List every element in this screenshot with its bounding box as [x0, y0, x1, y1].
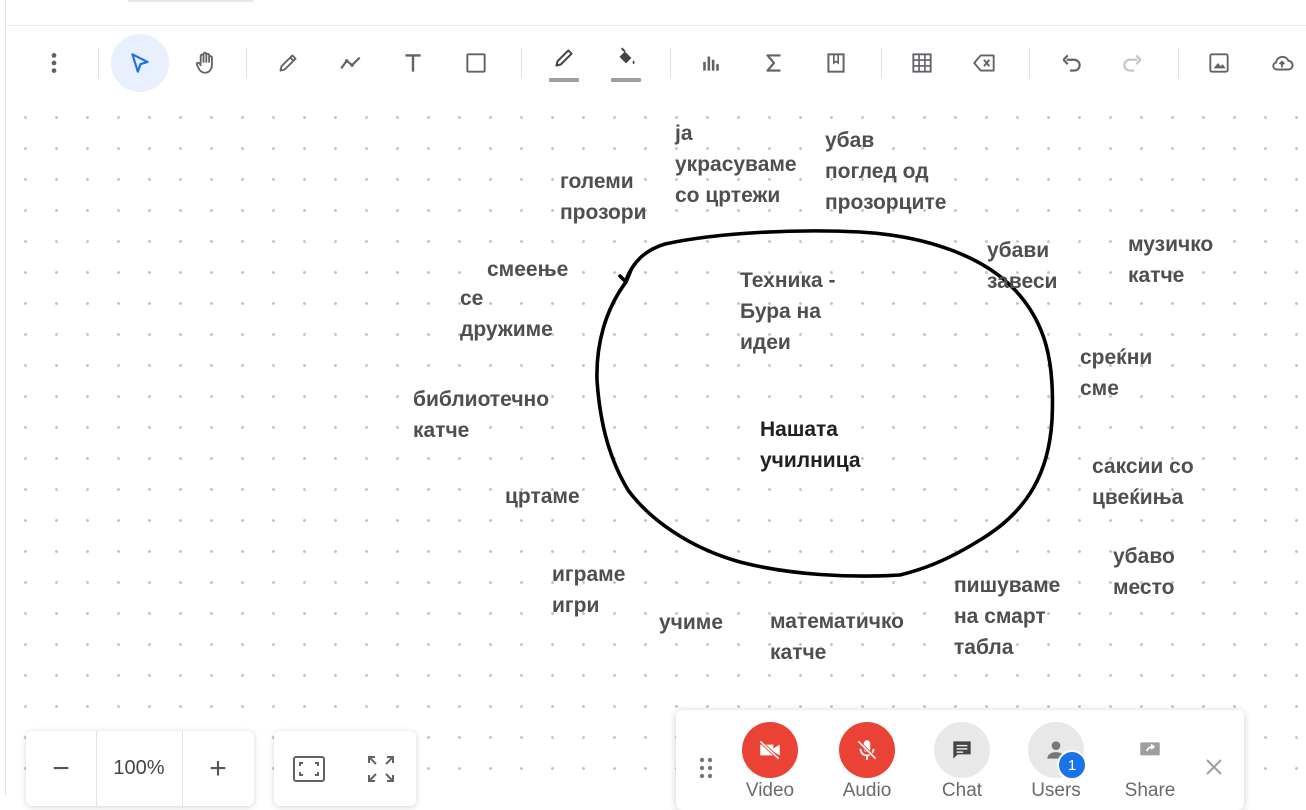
chat-label: Chat	[941, 780, 983, 801]
top-strip	[5, 0, 1306, 26]
stroke-color-button[interactable]	[535, 34, 593, 92]
note-saksii[interactable]: саксии со цвеќиња	[1092, 451, 1194, 513]
bar-chart-icon	[703, 56, 719, 71]
toolbar-divider	[1029, 48, 1030, 78]
undo-button[interactable]	[1042, 34, 1100, 92]
grid-icon	[912, 53, 932, 73]
note-uchime[interactable]: учиме	[659, 607, 723, 638]
mic-off-icon	[857, 740, 877, 760]
stroke-color-swatch	[549, 78, 579, 82]
zoom-out-button[interactable]: −	[26, 731, 96, 806]
users-label: Users	[1031, 780, 1081, 801]
redo-button[interactable]	[1104, 34, 1162, 92]
pan-tool-button[interactable]	[176, 34, 234, 92]
note-golemi-prozori[interactable]: големи прозори	[560, 166, 647, 228]
note-igrame-igri[interactable]: играме игри	[552, 559, 625, 621]
fill-bucket-icon	[619, 47, 635, 65]
note-matematichko[interactable]: математичко катче	[770, 606, 904, 668]
share-label: Share	[1124, 780, 1176, 801]
fill-color-swatch	[611, 78, 641, 82]
view-controls	[274, 731, 416, 806]
note-icon	[827, 53, 845, 73]
shape-tool-button[interactable]	[447, 34, 505, 92]
top-tab-indicator	[128, 0, 253, 2]
backspace-icon	[973, 54, 995, 72]
screen-share-icon	[1140, 742, 1160, 756]
video-off-icon	[759, 740, 780, 760]
text-tool-button[interactable]	[384, 34, 442, 92]
toolbar	[5, 26, 1306, 101]
pencil-icon	[279, 54, 297, 72]
center-title[interactable]: Техника - Бура на идеи	[740, 265, 835, 358]
fill-color-button[interactable]	[597, 34, 655, 92]
more-menu-button[interactable]	[25, 34, 83, 92]
toolbar-divider	[881, 48, 882, 78]
fullscreen-button[interactable]	[346, 731, 416, 806]
chart-tool-button[interactable]	[682, 34, 740, 92]
zoom-in-button[interactable]: +	[182, 731, 254, 806]
cloud-save-button[interactable]	[1253, 34, 1306, 92]
text-icon	[405, 54, 421, 72]
square-icon	[466, 53, 486, 73]
note-ubavi-zavesi[interactable]: убави завеси	[987, 235, 1057, 297]
cursor-icon	[131, 53, 149, 73]
table-tool-button[interactable]	[893, 34, 951, 92]
chat-button[interactable]	[934, 722, 990, 778]
video-toggle-button[interactable]	[742, 722, 798, 778]
center-topic[interactable]: Нашата училница	[760, 414, 861, 476]
fit-screen-icon	[293, 755, 325, 782]
zoom-controls: − 100% +	[26, 731, 254, 806]
note-pishuvame[interactable]: пишуваме на смарт табла	[954, 570, 1060, 663]
pen-color-icon	[555, 49, 573, 67]
whiteboard-canvas[interactable]	[5, 100, 1306, 796]
clear-button[interactable]	[956, 34, 1014, 92]
note-ja-ukrasuvame[interactable]: ја украсуваме со цртежи	[675, 118, 797, 211]
zoom-level: 100%	[113, 757, 165, 779]
meeting-controls: Video Audio Chat 1 Users Share	[676, 710, 1244, 810]
video-label: Video	[745, 780, 795, 801]
toolbar-divider	[1178, 48, 1179, 78]
close-icon[interactable]	[1204, 757, 1224, 777]
note-crtame[interactable]: цртаме	[505, 481, 580, 512]
zoom-level-box: 100%	[96, 731, 182, 806]
note-ubavo-mesto[interactable]: убаво место	[1113, 541, 1175, 603]
note-smeenje[interactable]: смеење	[487, 254, 568, 285]
users-count-badge: 1	[1057, 750, 1087, 780]
fullscreen-icon	[368, 755, 394, 782]
toolbar-divider	[670, 48, 671, 78]
undo-icon	[1062, 54, 1081, 72]
audio-label: Audio	[842, 780, 892, 801]
drag-handle-icon[interactable]	[698, 756, 714, 780]
pen-tool-button[interactable]	[259, 34, 317, 92]
note-muzicko-katche[interactable]: музичко катче	[1128, 229, 1213, 291]
sticky-note-button[interactable]	[807, 34, 865, 92]
hand-icon	[195, 51, 213, 74]
audio-toggle-button[interactable]	[839, 722, 895, 778]
more-vert-icon	[51, 53, 57, 73]
toolbar-divider	[246, 48, 247, 78]
toolbar-divider	[98, 48, 99, 78]
chat-icon	[953, 741, 971, 759]
formula-tool-button[interactable]	[745, 34, 803, 92]
share-button[interactable]	[1122, 722, 1178, 778]
fit-screen-button[interactable]	[274, 731, 344, 806]
note-ubav-pogled[interactable]: убав поглед од прозорците	[825, 125, 946, 218]
note-se-druzime[interactable]: се дружиме	[460, 283, 553, 345]
line-tool-button[interactable]	[322, 34, 380, 92]
note-srekni-sme[interactable]: среќни сме	[1080, 342, 1152, 404]
sigma-icon	[766, 54, 781, 72]
cloud-upload-icon	[1272, 55, 1294, 71]
image-icon	[1209, 53, 1229, 73]
select-tool-button[interactable]	[111, 34, 169, 92]
toolbar-divider	[521, 48, 522, 78]
polyline-icon	[340, 56, 361, 70]
insert-image-button[interactable]	[1190, 34, 1248, 92]
note-bibliotechno-katche[interactable]: библиотечно катче	[413, 384, 549, 446]
redo-icon	[1123, 54, 1142, 72]
